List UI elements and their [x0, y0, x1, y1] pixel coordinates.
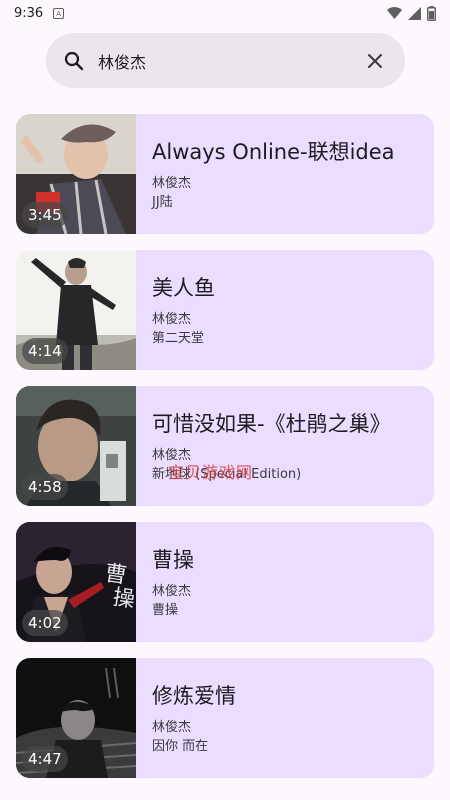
clear-search-button[interactable]: [363, 49, 387, 73]
wifi-icon: [387, 7, 402, 19]
song-artist: 林俊杰: [152, 176, 192, 191]
status-icons: [387, 5, 436, 21]
status-time: 9:36: [14, 5, 44, 21]
search-bar[interactable]: 林俊杰: [46, 33, 405, 88]
signal-icon: [408, 6, 421, 20]
song-info: 美人鱼 林俊杰 第二天堂: [136, 250, 215, 370]
album-art: 4:58: [16, 386, 136, 506]
album-art: 曹 操 4:02: [16, 522, 136, 642]
search-input[interactable]: 林俊杰: [98, 49, 363, 73]
song-artist: 林俊杰: [152, 720, 192, 735]
duration-badge: 4:58: [22, 474, 68, 500]
song-album: 因你 而在: [152, 739, 209, 754]
search-results-list: 3:45 Always Online-联想idea 林俊杰 JJ陆 4:14 美…: [16, 114, 434, 794]
song-info: 可惜没如果-《杜鹃之巢》 林俊杰 新地球 (Special Edition): [136, 386, 391, 506]
song-artist: 林俊杰: [152, 312, 192, 327]
battery-icon: [427, 5, 436, 21]
song-info: Always Online-联想idea 林俊杰 JJ陆: [136, 114, 395, 234]
status-bar: 9:36 A: [0, 0, 450, 26]
album-art: 4:14: [16, 250, 136, 370]
song-title: 美人鱼: [152, 276, 215, 300]
song-album: 第二天堂: [152, 331, 205, 346]
notification-icon: A: [53, 7, 65, 19]
song-card[interactable]: 曹 操 4:02 曹操 林俊杰 曹操: [16, 522, 434, 642]
song-card[interactable]: 4:58 可惜没如果-《杜鹃之巢》 林俊杰 新地球 (Special Editi…: [16, 386, 434, 506]
duration-badge: 4:47: [22, 746, 68, 772]
svg-text:操: 操: [111, 585, 136, 613]
song-info: 修炼爱情 林俊杰 因你 而在: [136, 658, 236, 778]
close-icon[interactable]: [367, 53, 383, 69]
duration-badge: 4:14: [22, 338, 68, 364]
song-title: Always Online-联想idea: [152, 140, 395, 164]
watermark-text: 宝贝游戏网: [168, 463, 254, 482]
search-icon[interactable]: [64, 51, 84, 71]
duration-badge: 3:45: [22, 202, 68, 228]
song-album: JJ陆: [152, 195, 173, 210]
song-title: 曹操: [152, 548, 194, 572]
song-album: 曹操: [152, 603, 179, 618]
duration-badge: 4:02: [22, 610, 68, 636]
song-card[interactable]: 4:47 修炼爱情 林俊杰 因你 而在: [16, 658, 434, 778]
song-card[interactable]: 4:14 美人鱼 林俊杰 第二天堂: [16, 250, 434, 370]
album-art: 4:47: [16, 658, 136, 778]
song-title: 修炼爱情: [152, 684, 236, 708]
song-info: 曹操 林俊杰 曹操: [136, 522, 194, 642]
song-title: 可惜没如果-《杜鹃之巢》: [152, 412, 391, 436]
song-artist: 林俊杰: [152, 584, 192, 599]
song-card[interactable]: 3:45 Always Online-联想idea 林俊杰 JJ陆: [16, 114, 434, 234]
album-art: 3:45: [16, 114, 136, 234]
